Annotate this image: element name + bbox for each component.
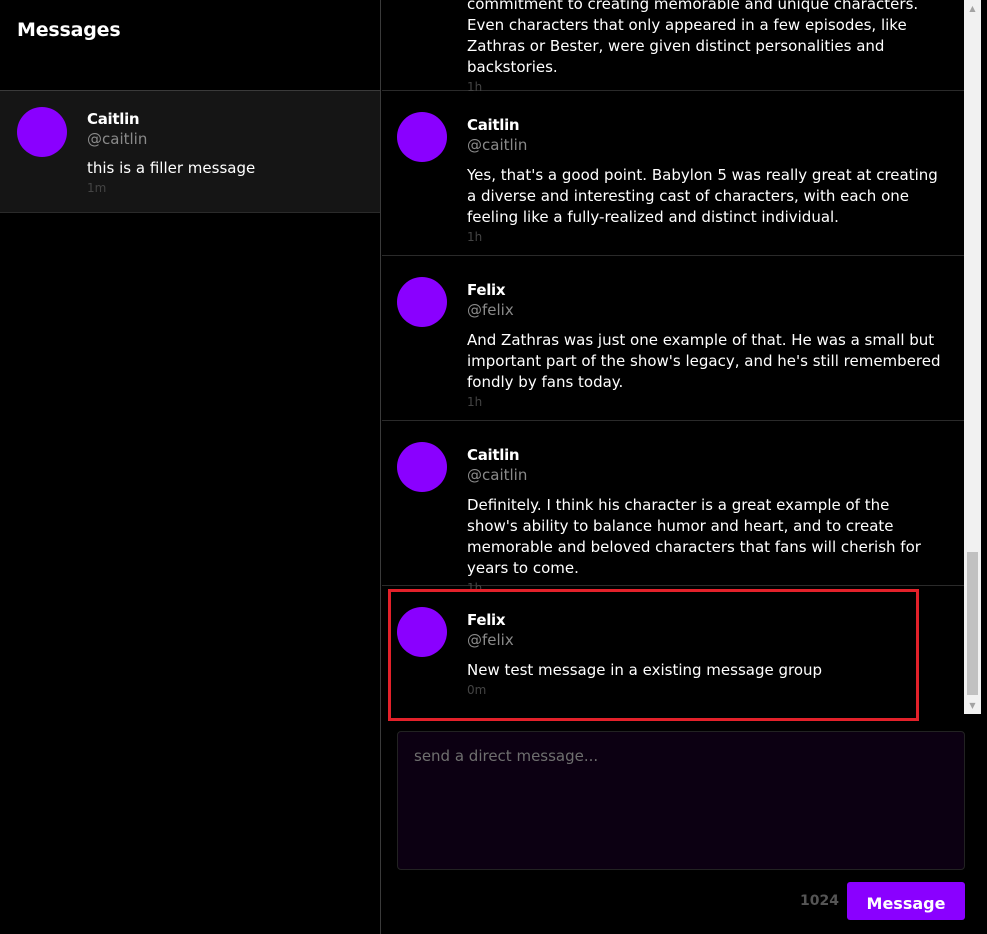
scroll-up-arrow-icon[interactable]: ▲ — [964, 0, 981, 17]
sidebar-header: Messages — [0, 0, 380, 91]
conversation-handle: @caitlin — [87, 130, 148, 148]
message-input[interactable] — [414, 747, 948, 854]
message-body: New test message in a existing message g… — [467, 661, 823, 679]
message-body: Definitely. I think his character is a g… — [467, 496, 921, 577]
message-author-handle[interactable]: @caitlin — [467, 465, 944, 486]
conversation-time: 1m — [87, 181, 107, 195]
message-author-name[interactable]: Felix — [467, 280, 944, 300]
message-body: Yes, that's a good point. Babylon 5 was … — [467, 166, 938, 226]
conversation-item-caitlin[interactable]: Caitlin @caitlin this is a filler messag… — [0, 91, 380, 213]
message-time: 1h — [467, 395, 483, 409]
avatar[interactable] — [397, 607, 447, 657]
scroll-down-arrow-icon[interactable]: ▼ — [964, 697, 981, 714]
avatar[interactable] — [397, 277, 447, 327]
message-body: commitment to creating memorable and uni… — [467, 0, 919, 76]
message-author-handle[interactable]: @caitlin — [467, 135, 944, 156]
message-author-handle[interactable]: @felix — [467, 300, 944, 321]
conversation-name: Caitlin — [87, 110, 140, 128]
message-item: Felix @felix New test message in a exist… — [382, 586, 964, 714]
message-item: commitment to creating memorable and uni… — [382, 0, 964, 94]
avatar[interactable] — [397, 112, 447, 162]
message-author-name[interactable]: Felix — [467, 610, 944, 630]
conversations-sidebar: Messages Caitlin @caitlin this is a fill… — [0, 0, 381, 934]
avatar — [17, 107, 67, 157]
message-time: 1h — [467, 230, 483, 244]
message-item: Caitlin @caitlin Yes, that's a good poin… — [382, 91, 964, 256]
message-composer — [397, 731, 965, 870]
message-author-name[interactable]: Caitlin — [467, 115, 944, 135]
scrollbar-thumb[interactable] — [967, 552, 978, 695]
page-title: Messages — [17, 19, 121, 41]
avatar[interactable] — [397, 442, 447, 492]
message-list: commitment to creating memorable and uni… — [382, 0, 964, 714]
conversation-preview: this is a filler message — [87, 159, 256, 177]
app: Messages Caitlin @caitlin this is a fill… — [0, 0, 987, 934]
character-count: 1024 — [800, 893, 839, 909]
message-thread[interactable]: commitment to creating memorable and uni… — [382, 0, 964, 714]
message-author-handle[interactable]: @felix — [467, 630, 944, 651]
message-item: Felix @felix And Zathras was just one ex… — [382, 256, 964, 421]
message-time: 0m — [467, 683, 487, 697]
message-author-name[interactable]: Caitlin — [467, 445, 944, 465]
send-message-button[interactable]: Message — [847, 882, 965, 920]
thread-scrollbar[interactable]: ▲ ▼ — [964, 0, 981, 714]
conversation-text: Caitlin @caitlin this is a filler messag… — [87, 109, 255, 197]
message-body: And Zathras was just one example of that… — [467, 331, 941, 391]
message-item: Caitlin @caitlin Definitely. I think his… — [382, 421, 964, 595]
